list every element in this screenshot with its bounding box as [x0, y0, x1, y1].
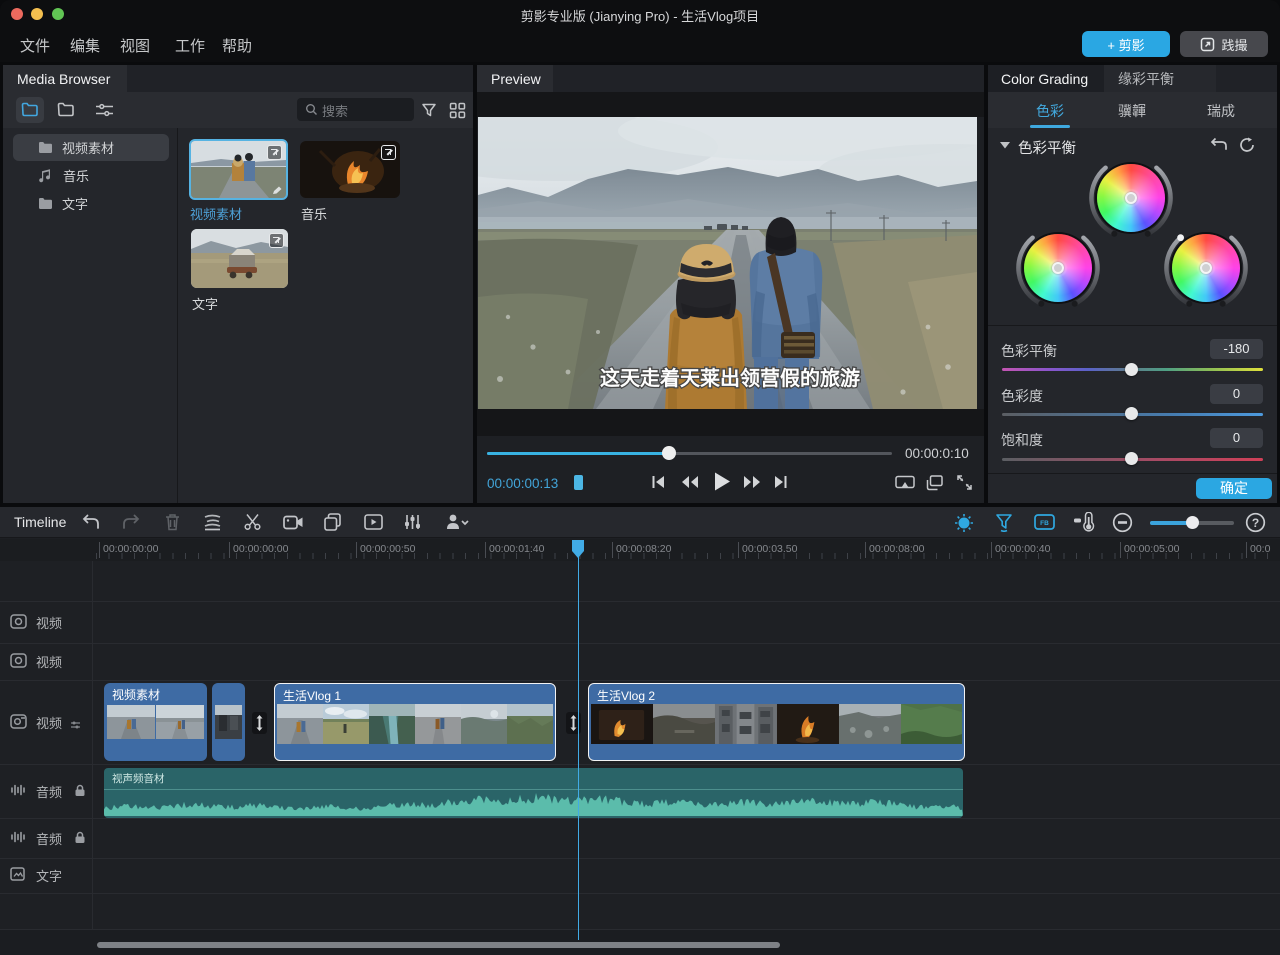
svg-text:FB: FB — [1040, 520, 1049, 527]
svg-text:?: ? — [1252, 516, 1259, 530]
svg-text:这天走着天莱出领营假的旅游: 这天走着天莱出领营假的旅游 — [600, 366, 860, 390]
